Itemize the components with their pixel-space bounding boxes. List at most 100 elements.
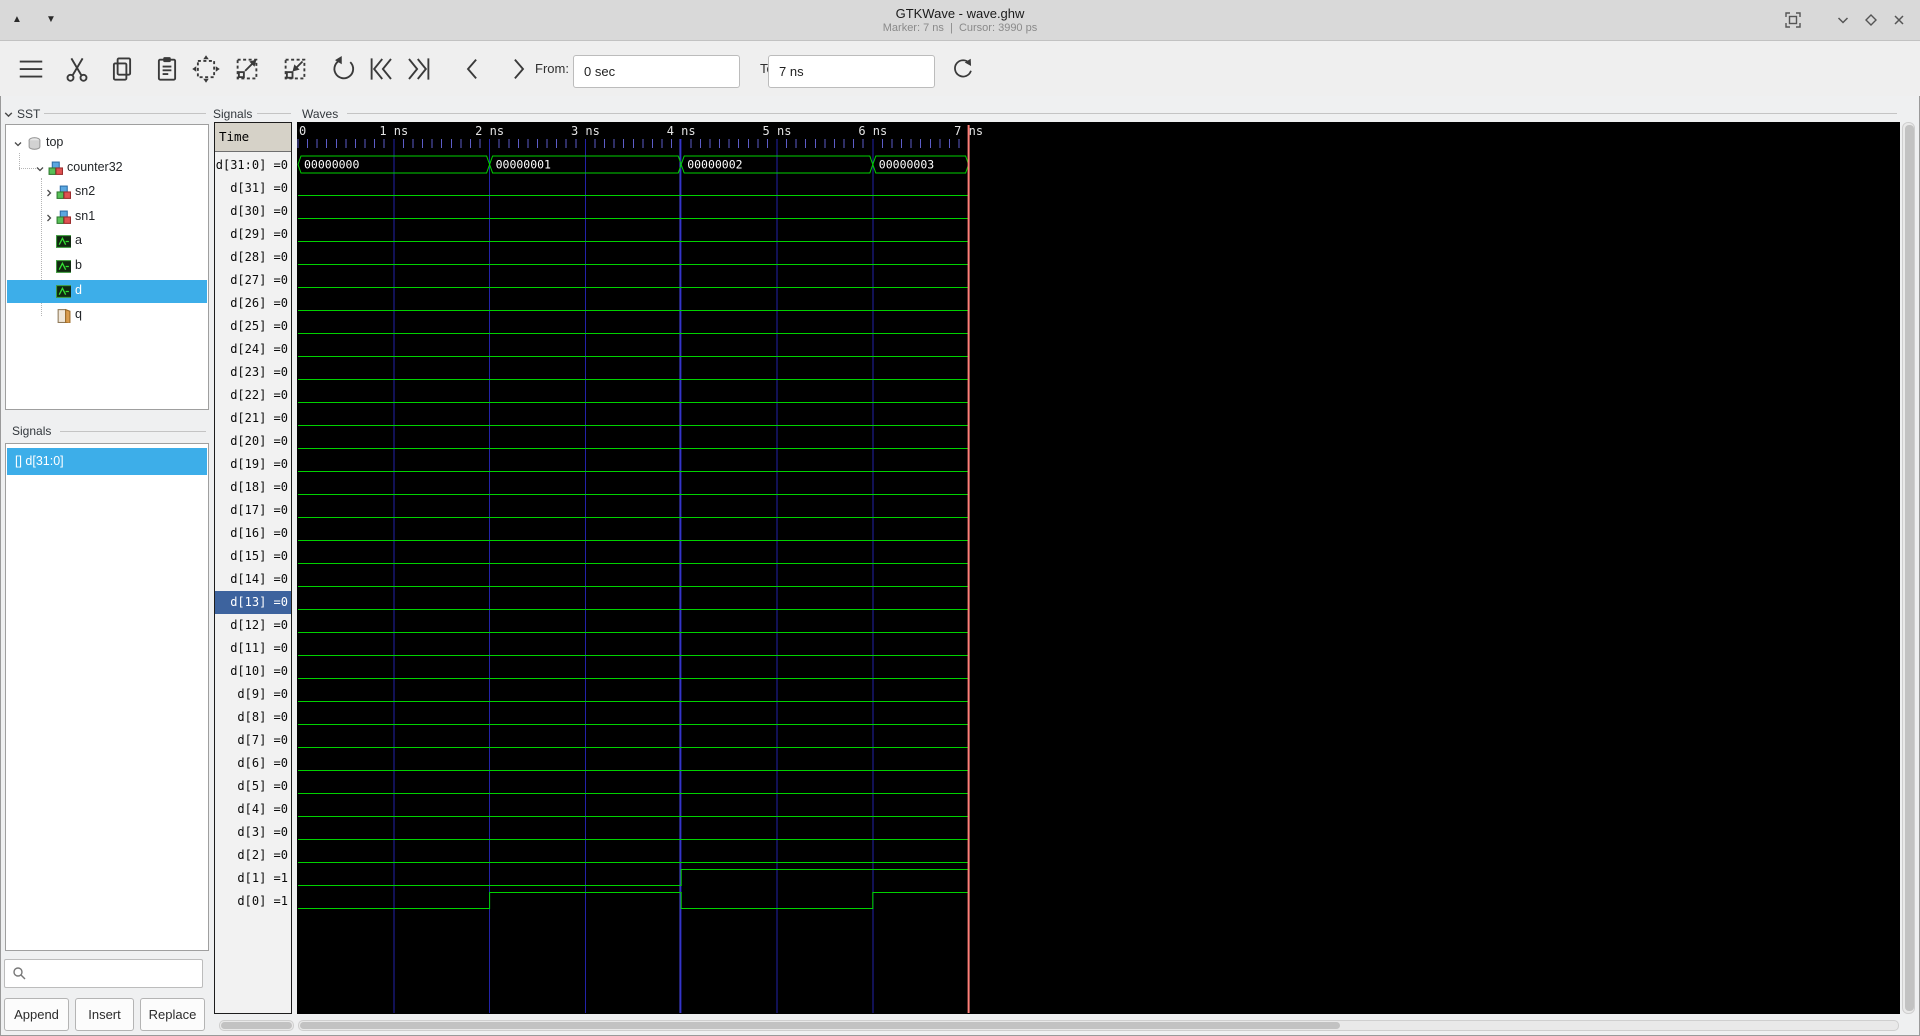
tree-item-sn1[interactable]: sn1	[7, 206, 207, 229]
time-axis-label: 0	[299, 124, 306, 138]
sst-collapse-icon[interactable]	[3, 109, 14, 120]
tree-item-a[interactable]: a	[7, 230, 207, 253]
signal-name-row[interactable]: d[8] =0	[215, 706, 291, 729]
signal-name-row[interactable]: d[7] =0	[215, 729, 291, 752]
tree-item-sn2[interactable]: sn2	[7, 181, 207, 204]
signal-name-row[interactable]: d[25] =0	[215, 315, 291, 338]
signal-name-row[interactable]: d[1] =1	[215, 867, 291, 890]
names-hscrollbar[interactable]	[219, 1020, 294, 1031]
tree-item-label: q	[75, 307, 82, 322]
waves-hscrollbar[interactable]	[298, 1020, 1899, 1031]
signal-name-row[interactable]: d[18] =0	[215, 476, 291, 499]
append-button[interactable]: Append	[4, 998, 69, 1031]
signal-name-row[interactable]: d[31:0] =0	[215, 154, 291, 177]
signal-name-row[interactable]: d[12] =0	[215, 614, 291, 637]
insert-button[interactable]: Insert	[75, 998, 134, 1031]
tree-expander-icon[interactable]	[13, 139, 23, 149]
maximize-icon[interactable]	[1863, 12, 1881, 30]
cut-button[interactable]	[58, 50, 96, 88]
waveform-svg[interactable]: 01 ns 2 ns 3 ns 4 ns 5 ns 6 ns 7 ns00000000 000…	[297, 122, 1900, 1014]
waveform-canvas[interactable]: 01 ns 2 ns 3 ns 4 ns 5 ns 6 ns 7 ns 00000000 000…	[297, 122, 1900, 1014]
tree-item-d[interactable]: d	[7, 279, 207, 303]
signal-name-row[interactable]: d[16] =0	[215, 522, 291, 545]
reload-button[interactable]	[944, 50, 982, 88]
paste-button[interactable]	[148, 50, 186, 88]
tree-item-q[interactable]: q	[7, 304, 207, 327]
sst-frame-header: SST	[3, 107, 40, 121]
signal-name-row[interactable]: d[17] =0	[215, 499, 291, 522]
waves-hscrollbar-thumb[interactable]	[300, 1022, 1340, 1029]
waves-frame-line	[347, 113, 1897, 114]
close-icon[interactable]	[1891, 12, 1909, 30]
zoom-fit-icon	[192, 55, 220, 83]
signal-name-row[interactable]: d[6] =0	[215, 752, 291, 775]
tree-item-counter32[interactable]: counter32	[7, 157, 207, 180]
signal-name-row[interactable]: d[24] =0	[215, 338, 291, 361]
next-button[interactable]	[499, 50, 537, 88]
zoom-in-button[interactable]	[228, 50, 266, 88]
zoom-out-button[interactable]	[276, 50, 314, 88]
signals-list-item[interactable]: [] d[31:0]	[7, 448, 207, 475]
signal-search	[4, 959, 203, 988]
signal-name-row[interactable]: d[27] =0	[215, 269, 291, 292]
tree-expander-icon[interactable]	[44, 188, 54, 198]
tree-item-b[interactable]: b	[7, 255, 207, 278]
copy-button[interactable]	[103, 50, 141, 88]
instance-icon	[48, 161, 63, 175]
tree-expander-icon[interactable]	[35, 164, 45, 174]
signal-name-row[interactable]: d[19] =0	[215, 453, 291, 476]
toolbar: From: To:	[0, 41, 1920, 96]
time-axis-label: 5 ns	[763, 124, 792, 138]
signal-name-row[interactable]: d[31] =0	[215, 177, 291, 200]
to-end-button[interactable]	[400, 50, 438, 88]
to-start-icon	[370, 58, 392, 80]
to-input[interactable]	[768, 55, 935, 88]
signal-name-row[interactable]: d[29] =0	[215, 223, 291, 246]
signal-icon	[56, 260, 71, 273]
names-hscrollbar-thumb[interactable]	[221, 1022, 292, 1029]
to-start-button[interactable]	[362, 50, 400, 88]
signal-name-row[interactable]: d[28] =0	[215, 246, 291, 269]
tree-expander-icon[interactable]	[44, 213, 54, 223]
signal-name-row[interactable]: d[13] =0	[215, 591, 291, 614]
signal-name-row[interactable]: d[5] =0	[215, 775, 291, 798]
signal-name-row[interactable]: d[26] =0	[215, 292, 291, 315]
replace-button[interactable]: Replace	[140, 998, 205, 1031]
sst-frame-line	[44, 113, 206, 114]
menu-icon	[19, 60, 43, 78]
bus-value: 00000003	[879, 158, 934, 172]
signal-name-row[interactable]: d[2] =0	[215, 844, 291, 867]
signal-name-row[interactable]: d[0] =1	[215, 890, 291, 913]
signal-name-row[interactable]: d[30] =0	[215, 200, 291, 223]
tree-item-label: top	[46, 135, 64, 149]
zoom-fit-button[interactable]	[187, 50, 225, 88]
waves-vscrollbar-thumb[interactable]	[1905, 125, 1914, 1011]
signal-name-row[interactable]: d[3] =0	[215, 821, 291, 844]
signal-name-row[interactable]: d[10] =0	[215, 660, 291, 683]
waves-vscrollbar[interactable]	[1902, 122, 1915, 1014]
menu-button[interactable]	[12, 50, 50, 88]
signal-name-row[interactable]: d[14] =0	[215, 568, 291, 591]
paste-icon	[157, 57, 177, 81]
previous-button[interactable]	[454, 50, 492, 88]
signal-name-row[interactable]: d[20] =0	[215, 430, 291, 453]
minimize-icon[interactable]	[1835, 12, 1853, 30]
undo-icon	[333, 56, 355, 80]
tree-item-top[interactable]: top	[7, 132, 207, 155]
signal-name-row[interactable]: d[22] =0	[215, 384, 291, 407]
search-input[interactable]	[4, 959, 203, 988]
signal-name-row[interactable]: d[11] =0	[215, 637, 291, 660]
signal-name-row[interactable]: d[23] =0	[215, 361, 291, 384]
signal-name-row[interactable]: d[21] =0	[215, 407, 291, 430]
from-input[interactable]	[573, 55, 740, 88]
names-frame-line	[257, 113, 291, 114]
signal-name-row[interactable]: d[15] =0	[215, 545, 291, 568]
fullscreen-icon[interactable]	[1785, 12, 1803, 30]
signal-name-row[interactable]: d[9] =0	[215, 683, 291, 706]
tree-item-label: sn1	[75, 208, 96, 223]
bit-trace	[298, 892, 969, 909]
signal-icon	[56, 235, 71, 249]
undo-button[interactable]	[325, 50, 363, 88]
signal-name-row[interactable]: d[4] =0	[215, 798, 291, 821]
time-axis-label: 1 ns	[379, 124, 408, 138]
